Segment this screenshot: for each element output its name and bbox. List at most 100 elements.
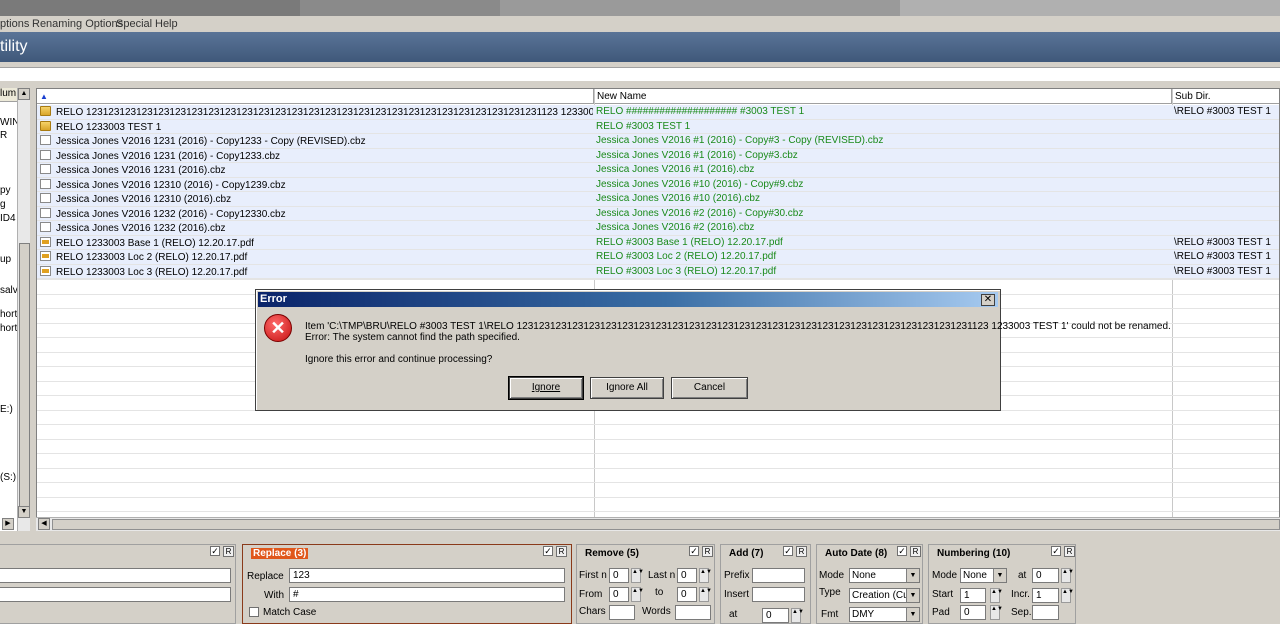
last-n-input[interactable]: 0 [677, 568, 697, 583]
grid-line [37, 424, 1279, 425]
menu-special[interactable]: Special [116, 18, 152, 30]
menu-help[interactable]: Help [155, 18, 178, 30]
table-row[interactable]: RELO 12312312312312312312312312312312312… [37, 105, 1279, 120]
remove-enable-checkbox[interactable]: ✓ [689, 546, 699, 556]
start-input[interactable]: 1 [960, 588, 986, 603]
numbering-group-title: Numbering (10) [937, 548, 1011, 559]
group-enable-checkbox[interactable]: ✓ [210, 546, 220, 556]
table-row[interactable]: RELO 1233003 Loc 3 (RELO) 12.20.17.pdf RE… [37, 264, 1279, 279]
file-name-text: Jessica Jones V2016 12310 (2016) - Copy1… [56, 179, 286, 191]
replace-reset-button[interactable]: R [556, 546, 567, 557]
date-fmt-dropdown[interactable]: DMY [849, 607, 920, 622]
file-name-text: Jessica Jones V2016 12310 (2016).cbz [56, 194, 232, 205]
first-n-spinner[interactable]: ▲▼ [631, 568, 644, 583]
auto-date-group-title: Auto Date (8) [825, 548, 888, 559]
menu-renaming-options[interactable]: Renaming Options [32, 18, 123, 30]
column-header-new-name[interactable]: New Name [594, 89, 1172, 104]
menu-bar: ptions Renaming Options Special Help [0, 16, 1280, 32]
ignore-button[interactable]: Ignore [508, 376, 584, 400]
reset-button[interactable]: R [223, 546, 234, 557]
sub-dir-cell: \RELO #3003 TEST 1 [1174, 236, 1271, 248]
numbering-reset-button[interactable]: R [1064, 546, 1075, 557]
table-row[interactable]: Jessica Jones V2016 1231 (2016) - Copy12… [37, 148, 1279, 163]
tree-item[interactable]: (S:) [0, 472, 16, 483]
to-input[interactable]: 0 [677, 587, 697, 602]
table-row[interactable]: Jessica Jones V2016 1232 (2016) - Copy12… [37, 206, 1279, 221]
date-mode-dropdown[interactable]: None [849, 568, 920, 583]
prefix-input[interactable] [752, 568, 805, 583]
folder-icon [40, 106, 51, 116]
tree-item[interactable]: hort [0, 323, 17, 334]
scroll-thumb[interactable] [19, 243, 30, 513]
tree-item[interactable]: g [0, 199, 6, 210]
list-horizontal-scrollbar[interactable]: ◀ [36, 517, 1280, 531]
add-enable-checkbox[interactable]: ✓ [783, 546, 793, 556]
column-header-name[interactable]: ▲ [37, 89, 594, 104]
tree-item[interactable]: py [0, 185, 11, 196]
table-row[interactable]: Jessica Jones V2016 12310 (2016) - Copy1… [37, 177, 1279, 192]
date-type-dropdown[interactable]: Creation (Cur [849, 588, 920, 603]
table-row[interactable]: Jessica Jones V2016 12310 (2016).cbz Jess… [37, 192, 1279, 207]
replace-enable-checkbox[interactable]: ✓ [543, 546, 553, 556]
tree-item[interactable]: R [0, 130, 7, 141]
add-at-spinner[interactable]: ▲▼ [791, 608, 804, 623]
top-strip-segment [300, 0, 500, 16]
insert-input[interactable] [752, 587, 805, 602]
horizontal-scroll-thumb[interactable] [52, 519, 1280, 530]
scroll-left-arrow-icon[interactable]: ◀ [38, 518, 50, 530]
match-case-checkbox[interactable] [249, 607, 259, 617]
dialog-title: Error [260, 293, 287, 305]
to-spinner[interactable]: ▲▼ [699, 587, 712, 602]
remove-group-title: Remove (5) [585, 548, 639, 559]
table-row[interactable]: RELO 1233003 TEST 1 RELO #3003 TEST 1 [37, 119, 1279, 134]
auto-date-enable-checkbox[interactable]: ✓ [897, 546, 907, 556]
scroll-down-arrow-icon[interactable]: ▼ [18, 506, 30, 518]
first-n-input[interactable]: 0 [609, 568, 629, 583]
new-name-cell: RELO #3003 Loc 3 (RELO) 12.20.17.pdf [596, 265, 777, 277]
remove-reset-button[interactable]: R [702, 546, 713, 557]
table-row[interactable]: Jessica Jones V2016 1231 (2016) - Copy12… [37, 134, 1279, 149]
numbering-enable-checkbox[interactable]: ✓ [1051, 546, 1061, 556]
from-spinner[interactable]: ▲▼ [631, 587, 644, 602]
add-reset-button[interactable]: R [796, 546, 807, 557]
numbering-at-spinner[interactable]: ▲▼ [1061, 568, 1074, 583]
auto-date-reset-button[interactable]: R [910, 546, 921, 557]
close-icon[interactable]: ✕ [981, 294, 995, 306]
start-spinner[interactable]: ▲▼ [990, 588, 1003, 603]
left-text-field[interactable] [0, 568, 231, 583]
left-text-field[interactable] [0, 587, 231, 602]
table-row[interactable]: RELO 1233003 Loc 2 (RELO) 12.20.17.pdf RE… [37, 250, 1279, 265]
tree-item[interactable]: hort [0, 309, 17, 320]
table-row[interactable]: Jessica Jones V2016 1231 (2016).cbz Jessi… [37, 163, 1279, 178]
scroll-right-arrow-icon[interactable]: ▶ [2, 518, 14, 530]
numbering-mode-dropdown[interactable]: None [960, 568, 1007, 583]
tree-vertical-scrollbar[interactable]: ▲ ▼ [17, 88, 30, 531]
replace-input[interactable]: 123 [289, 568, 565, 583]
tree-item[interactable]: E:) [0, 404, 13, 415]
top-strip-segment [500, 0, 900, 16]
cancel-button[interactable]: Cancel [671, 377, 748, 399]
table-row[interactable]: RELO 1233003 Base 1 (RELO) 12.20.17.pdf R… [37, 235, 1279, 250]
path-field[interactable] [0, 67, 1280, 81]
dialog-error-line: Error: The system cannot find the path s… [305, 332, 520, 343]
tree-item[interactable]: salv [0, 285, 18, 296]
file-icon [40, 178, 51, 189]
incr-spinner[interactable]: ▲▼ [1061, 588, 1074, 603]
from-input[interactable]: 0 [609, 587, 629, 602]
with-input[interactable]: # [289, 587, 565, 602]
tree-item[interactable]: up [0, 254, 11, 265]
menu-options[interactable]: ptions [0, 18, 29, 30]
last-n-spinner[interactable]: ▲▼ [699, 568, 712, 583]
ignore-all-button[interactable]: Ignore All [590, 377, 664, 399]
add-at-input[interactable]: 0 [762, 608, 789, 623]
new-name-cell: Jessica Jones V2016 #2 (2016).cbz [596, 222, 755, 233]
scroll-up-arrow-icon[interactable]: ▲ [18, 88, 30, 100]
column-header-sub-dir[interactable]: Sub Dir. [1172, 89, 1279, 104]
numbering-at-label: at [1018, 570, 1027, 581]
add-group: Add (7) ✓ R Prefix Insert at 0 ▲▼ [720, 544, 811, 624]
numbering-at-input[interactable]: 0 [1032, 568, 1059, 583]
table-row[interactable]: Jessica Jones V2016 1232 (2016).cbz Jessi… [37, 221, 1279, 236]
incr-input[interactable]: 1 [1032, 588, 1059, 603]
toolbar-area [0, 62, 1280, 86]
tree-item[interactable]: ID4 [0, 213, 16, 224]
